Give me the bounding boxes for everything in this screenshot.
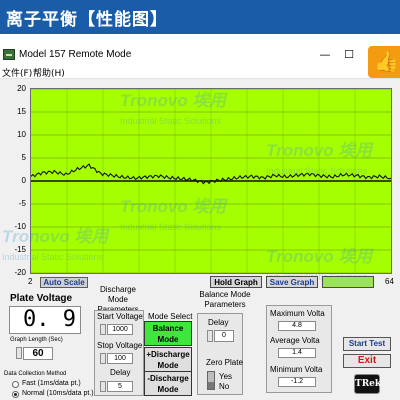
window-titlebar: Model 157 Remote Mode — ☐ xyxy=(0,46,400,64)
stop-voltage-label: Stop Voltage xyxy=(97,341,143,350)
graph-length-spinner[interactable] xyxy=(16,347,22,359)
avg-voltage-label: Average Volta xyxy=(270,336,320,345)
stop-voltage-spinner[interactable] xyxy=(100,353,106,364)
save-graph-button[interactable]: Save Graph xyxy=(266,276,318,288)
minus-discharge-mode-button[interactable]: -Discharge Mode xyxy=(144,371,192,396)
min-voltage-value: -1.2 xyxy=(278,377,316,387)
x-max-tick: 64 xyxy=(385,277,394,286)
balance-delay-label: Delay xyxy=(208,318,229,327)
start-voltage-input[interactable]: 1000 xyxy=(107,324,133,335)
y-tick-label: 15 xyxy=(17,107,26,116)
trek-logo: TRek xyxy=(354,374,381,394)
max-voltage-value: 4.8 xyxy=(278,321,316,331)
stop-voltage-input[interactable]: 100 xyxy=(107,353,133,364)
header-banner: 离子平衡【性能图】 xyxy=(0,0,400,34)
y-tick-label: 10 xyxy=(17,130,26,139)
discharge-delay-input[interactable]: 5 xyxy=(107,381,133,392)
discharge-delay-spinner[interactable] xyxy=(100,381,106,392)
maximize-button[interactable]: ☐ xyxy=(338,46,360,64)
balance-params-title: Balance Mode Parameters xyxy=(199,290,251,309)
menu-help[interactable]: 帮助(H) xyxy=(33,66,65,79)
zero-plate-toggle[interactable] xyxy=(207,371,215,390)
graph-length-label: Graph Length (Sec) xyxy=(10,337,63,343)
exit-button[interactable]: Exit xyxy=(343,354,391,368)
plate-voltage-label: Plate Voltage xyxy=(10,293,73,304)
plus-discharge-mode-button[interactable]: +Discharge Mode xyxy=(144,347,192,372)
radio-fast[interactable] xyxy=(12,381,19,388)
zero-plate-label: Zero Plate xyxy=(206,358,243,367)
balance-mode-button[interactable]: Balance Mode xyxy=(144,321,192,346)
max-voltage-label: Maximum Volta xyxy=(270,309,325,318)
avg-voltage-value: 1.4 xyxy=(278,348,316,358)
x-min-tick: 2 xyxy=(28,277,33,286)
balance-delay-spinner[interactable] xyxy=(207,330,213,342)
menu-bar: 文件(F) 帮助(H) xyxy=(0,64,400,79)
y-tick-label: -20 xyxy=(14,268,26,277)
menu-file[interactable]: 文件(F) xyxy=(2,66,32,79)
thumbs-up-badge[interactable]: 👍 xyxy=(368,46,400,78)
min-voltage-label: Minimum Volta xyxy=(270,365,323,374)
y-tick-label: 0 xyxy=(21,176,26,185)
start-voltage-spinner[interactable] xyxy=(100,324,106,335)
graph-length-input[interactable]: 60 xyxy=(23,347,53,360)
voltage-chart-svg xyxy=(31,89,391,273)
mode-select-label: Mode Select xyxy=(148,312,193,321)
window-title: Model 157 Remote Mode xyxy=(19,49,132,60)
banner-title: 离子平衡【性能图】 xyxy=(6,10,168,30)
zero-plate-yes: Yes xyxy=(219,372,233,381)
y-tick-label: -15 xyxy=(14,245,26,254)
collection-method-label: Data Collection Method xyxy=(4,371,67,377)
option-normal-label: Normal (10ms/data pt.) xyxy=(22,390,94,397)
labview-app-icon xyxy=(3,49,15,60)
start-test-button[interactable]: Start Test xyxy=(343,337,391,351)
plate-voltage-display: 0. 9 xyxy=(9,306,81,334)
zero-plate-no: No xyxy=(219,382,230,391)
start-voltage-label: Start Voltage xyxy=(97,312,143,321)
minimize-button[interactable]: — xyxy=(314,46,336,64)
graph-option-button[interactable] xyxy=(322,276,374,288)
option-fast-label: Fast (1ms/data pt.) xyxy=(22,380,81,387)
voltage-graph xyxy=(30,88,392,274)
balance-delay-input[interactable]: 0 xyxy=(214,330,234,342)
discharge-delay-label: Delay xyxy=(110,368,131,377)
radio-normal[interactable] xyxy=(12,391,19,398)
y-tick-label: 20 xyxy=(17,84,26,93)
y-tick-label: -5 xyxy=(18,199,26,208)
hold-graph-button[interactable]: Hold Graph xyxy=(210,276,262,288)
thumbs-up-icon: 👍 xyxy=(374,49,399,73)
y-tick-label: 5 xyxy=(21,153,26,162)
y-tick-label: -10 xyxy=(14,222,26,231)
auto-scale-button[interactable]: Auto Scale xyxy=(40,277,88,288)
zero-plate-toggle-knob xyxy=(208,382,214,389)
